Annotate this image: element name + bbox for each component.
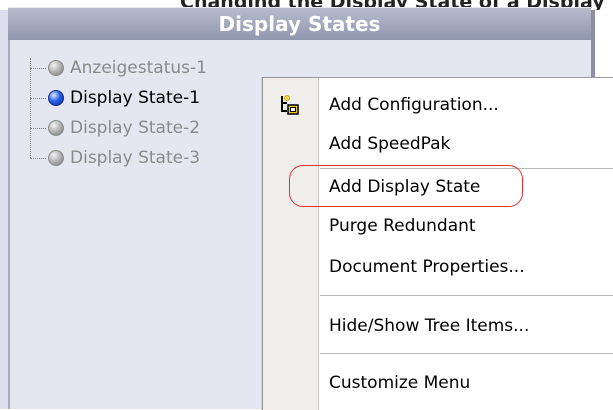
annotation-highlight-oval xyxy=(289,165,523,207)
tree-item-display-state-2[interactable]: Display State-2 xyxy=(30,116,200,140)
panel-header: Display States xyxy=(8,7,591,40)
menu-separator xyxy=(320,353,613,354)
tree-item-anzeigestatus-1[interactable]: Anzeigestatus-1 xyxy=(30,56,207,80)
menu-item-label: Customize Menu xyxy=(329,373,471,393)
display-state-active-icon xyxy=(48,90,64,106)
menu-separator xyxy=(320,295,613,296)
tree-connector xyxy=(30,157,46,159)
menu-item-add-configuration[interactable]: Add Configuration... xyxy=(263,86,613,124)
tree-item-label: Anzeigestatus-1 xyxy=(70,58,207,78)
tree-item-display-state-3[interactable]: Display State-3 xyxy=(30,146,200,170)
menu-item-label: Purge Redundant xyxy=(329,216,476,236)
tree-item-label: Display State-1 xyxy=(70,88,201,108)
menu-item-label: Add Configuration... xyxy=(329,95,499,115)
menu-item-label: Add SpeedPak xyxy=(329,134,451,154)
tree-item-label: Display State-3 xyxy=(70,148,201,168)
display-state-inactive-icon xyxy=(48,120,64,136)
tree-connector xyxy=(30,127,46,129)
tree-connector xyxy=(30,67,46,69)
menu-item-label: Document Properties... xyxy=(329,257,525,277)
menu-item-customize-menu[interactable]: Customize Menu xyxy=(263,364,613,402)
display-state-inactive-icon xyxy=(48,60,64,76)
menu-item-purge-redundant[interactable]: Purge Redundant xyxy=(263,207,613,245)
menu-item-add-speedpak[interactable]: Add SpeedPak xyxy=(263,125,613,163)
tree-item-label: Display State-2 xyxy=(70,118,201,138)
menu-item-label: Hide/Show Tree Items... xyxy=(329,316,530,336)
context-menu: Add Configuration... Add SpeedPak Add Di… xyxy=(262,77,613,410)
tree-item-display-state-1[interactable]: Display State-1 xyxy=(30,86,200,110)
add-configuration-icon xyxy=(279,94,301,116)
tree-connector xyxy=(30,97,46,99)
menu-item-hide-show-tree-items[interactable]: Hide/Show Tree Items... xyxy=(263,307,613,345)
menu-item-document-properties[interactable]: Document Properties... xyxy=(263,248,613,286)
panel-title: Display States xyxy=(218,12,381,36)
display-state-inactive-icon xyxy=(48,150,64,166)
